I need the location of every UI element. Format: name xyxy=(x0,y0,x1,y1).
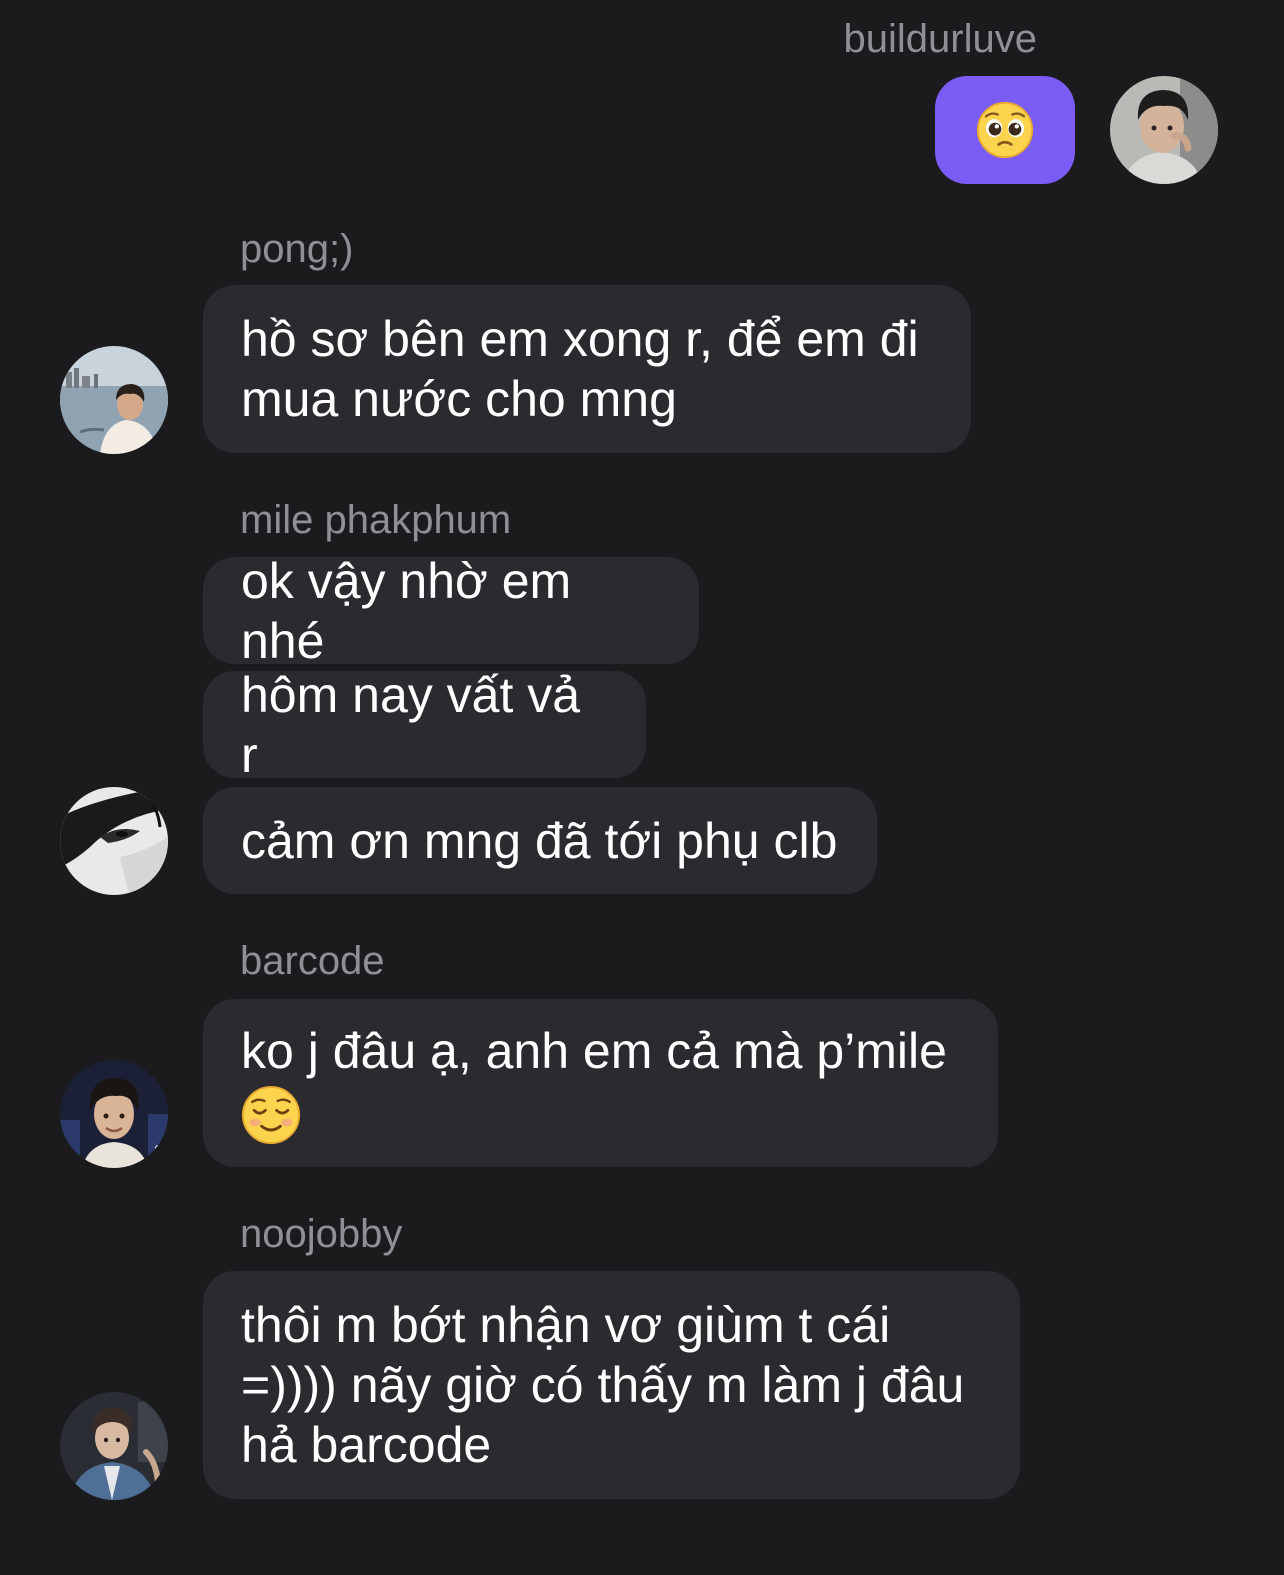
message-bubble[interactable]: ok vậy nhờ em nhé xyxy=(203,553,699,669)
avatar-noojobby[interactable] xyxy=(60,1392,168,1500)
message-bubble[interactable]: cảm ơn mng đã tới phụ clb xyxy=(203,787,877,894)
pleading-face-emoji-icon xyxy=(976,101,1034,159)
avatar-barcode[interactable] xyxy=(60,1060,168,1168)
message-bubble[interactable]: thôi m bớt nhận vơ giùm t cái =)))) nãy … xyxy=(203,1271,1020,1499)
profile-photo-icon xyxy=(60,1392,168,1500)
message-bubble[interactable]: ko j đâu ạ, anh em cả mà p’mile xyxy=(203,999,998,1167)
avatar-mile-phakphum[interactable] xyxy=(60,787,168,895)
message-text: hồ sơ bên em xong r, để em đi mua nước c… xyxy=(241,311,919,427)
profile-photo-icon xyxy=(60,1060,168,1168)
sender-name: buildurluve xyxy=(843,17,1037,61)
sender-name: noojobby xyxy=(240,1212,403,1256)
message-text: cảm ơn mng đã tới phụ clb xyxy=(241,812,838,869)
avatar-pong[interactable] xyxy=(60,346,168,454)
message-text: ok vậy nhờ em nhé xyxy=(241,552,572,669)
avatar-buildurluve[interactable] xyxy=(1110,76,1218,184)
message-content: ko j đâu ạ, anh em cả mà p’mile xyxy=(241,1021,947,1145)
profile-photo-icon xyxy=(1110,76,1218,184)
sender-name: barcode xyxy=(240,939,385,983)
profile-photo-icon xyxy=(60,346,168,454)
sender-name: pong;) xyxy=(240,227,354,271)
message-text: thôi m bớt nhận vơ giùm t cái =)))) nãy … xyxy=(241,1297,965,1473)
smiling-face-emoji-icon xyxy=(241,1085,301,1144)
message-bubble[interactable]: hôm nay vất vả r xyxy=(203,667,646,783)
sender-name: mile phakphum xyxy=(240,498,512,542)
message-bubble-emoji[interactable] xyxy=(935,76,1075,184)
message-text: hôm nay vất vả r xyxy=(241,666,581,783)
profile-photo-icon xyxy=(60,787,168,895)
message-text: ko j đâu ạ, anh em cả mà p’mile xyxy=(241,1023,947,1080)
message-bubble[interactable]: hồ sơ bên em xong r, để em đi mua nước c… xyxy=(203,285,971,453)
